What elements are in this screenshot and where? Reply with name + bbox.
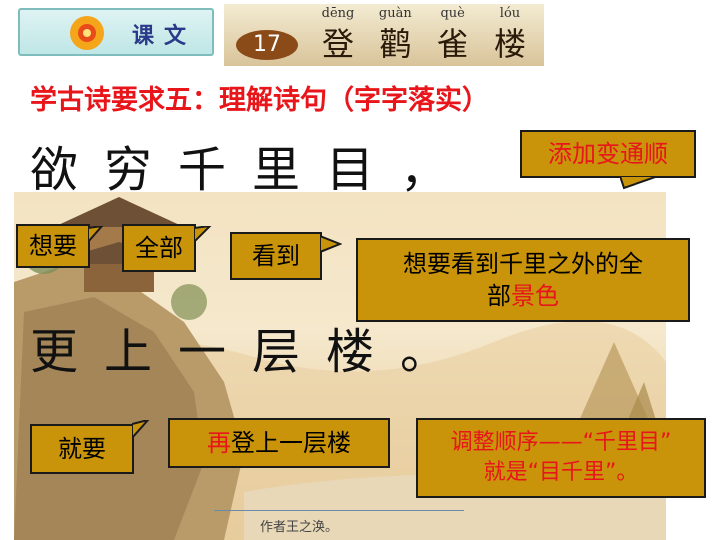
callout-all: 全部 (122, 224, 196, 272)
callout-reorder: 调整顺序——“千里目” 就是“目千里”。 (416, 418, 706, 498)
callout-climb-again-red: 再 (207, 428, 231, 457)
painting-caption: 作者王之涣。 (260, 520, 339, 535)
callout-meaning-line1: 想要看到千里之外的全 (403, 249, 643, 278)
callout-want-text: 想要 (29, 231, 77, 260)
title-char: 楼 (493, 25, 526, 63)
callout-all-text: 全部 (135, 233, 183, 262)
callout-climb-again-rest: 登上一层楼 (231, 428, 351, 457)
pinyin-row: dēng guàn què lóu (314, 6, 534, 24)
callout-add-smooth-text: 添加变通顺 (548, 139, 668, 168)
callout-tail (194, 226, 212, 244)
lesson-title-banner: 17 dēng guàn què lóu 登 鹳 雀 楼 (224, 4, 544, 66)
lesson-title: 登 鹳 雀 楼 (314, 24, 534, 64)
callout-climb-again-text: 再登上一层楼 (207, 427, 351, 459)
lesson-label: 课文 (18, 8, 214, 56)
callout-meaning-line2: 部景色 (487, 280, 559, 312)
flower-icon (70, 16, 104, 50)
pinyin: dēng (321, 6, 355, 21)
callout-tail (620, 176, 659, 190)
callout-meaning-red: 景色 (511, 282, 559, 310)
lesson-label-text: 课文 (132, 24, 197, 49)
caption-divider (214, 510, 464, 511)
callout-then: 就要 (30, 424, 134, 474)
callout-see: 看到 (230, 232, 322, 280)
pinyin: guàn (378, 6, 412, 21)
callout-reorder-line1: 调整顺序——“千里目” (450, 430, 672, 456)
callout-reorder-line2: 就是“目千里”。 (483, 460, 639, 485)
callout-tail (88, 226, 104, 244)
callout-climb-again: 再登上一层楼 (168, 418, 390, 468)
poem-line-1: 欲穷千里目， (30, 142, 475, 198)
callout-add-smooth: 添加变通顺 (520, 130, 696, 178)
pinyin: què (440, 6, 465, 21)
callout-see-text: 看到 (252, 241, 300, 270)
lesson-number: 17 (236, 30, 298, 60)
title-char: 登 (321, 25, 354, 63)
callout-tail (320, 234, 342, 254)
callout-meaning-part2: 部 (487, 282, 511, 310)
title-char: 鹳 (379, 25, 412, 63)
callout-then-text: 就要 (58, 434, 106, 463)
callout-want: 想要 (16, 224, 90, 268)
title-char: 雀 (436, 25, 469, 63)
poem-line-2: 更上一层楼。 (30, 324, 475, 380)
callout-meaning: 想要看到千里之外的全 部景色 (356, 238, 690, 322)
page-heading: 学古诗要求五：理解诗句（字字落实） (30, 85, 489, 116)
pinyin: lóu (499, 6, 521, 21)
callout-tail (132, 420, 150, 440)
